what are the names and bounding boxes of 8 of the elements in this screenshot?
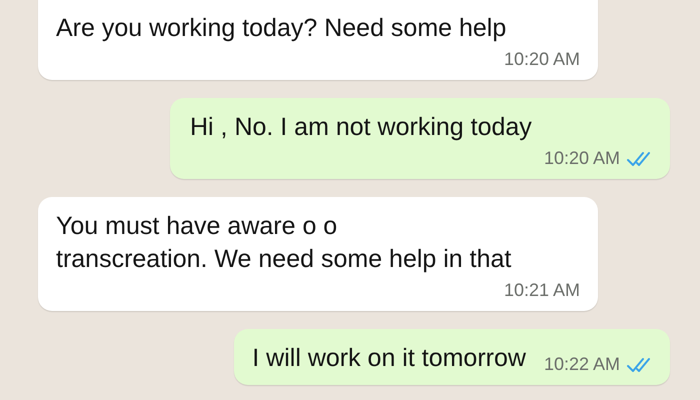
message-text: Hi , No. I am not working today [190,112,532,143]
message-text: I will work on it tomorrow [252,343,526,374]
message-text: You must have aware o o transcreation. We need some help in that [56,211,512,275]
message-time: 10:20 AM [544,148,620,169]
message-time: 10:21 AM [504,280,580,301]
message-text: Are you working today? Need some help [56,13,506,44]
message-time: 10:22 AM [544,354,620,375]
message-time: 10:20 AM [504,49,580,70]
